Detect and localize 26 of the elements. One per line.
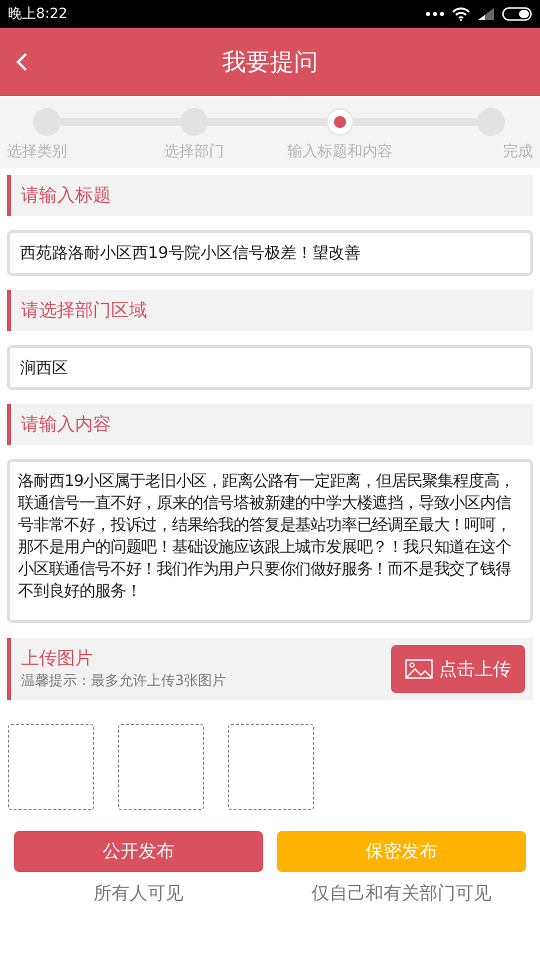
more-icon <box>426 12 444 16</box>
image-icon <box>405 659 433 679</box>
section-heading: 请输入标题 <box>7 175 533 216</box>
signal-icon <box>478 8 494 20</box>
caption-text: 所有人可见 <box>94 882 184 906</box>
image-slot[interactable] <box>228 724 314 810</box>
text-field[interactable]: 洛耐西19小区属于老旧小区，距离公路有一定距离，但居民聚集程度高，联通信号一直不好，原来的信号塔被新建的中学大楼遮挡，导致小区内信号非常不好，投诉过，结果给我的答复是基站功率已经调至最大！呵呵，那不是用户的问题吧！基础设施应该跟上城市发展吧？！我只知道在这个小区联通信号不好！我们作为用户只要你们做好服务！而不是我交了钱得不到良好的服务！ <box>7 459 533 623</box>
step-label: 输入标题和内容 <box>288 141 392 162</box>
battery-icon <box>502 7 532 21</box>
section-heading: 请输入内容 <box>7 404 533 445</box>
image-slot[interactable] <box>118 724 204 810</box>
publish-button[interactable]: 公开发布 <box>14 831 263 872</box>
status-time: 晚上8:22 <box>8 4 68 24</box>
step-label: 选择类别 <box>7 141 67 162</box>
caption-text: 仅自己和有关部门可见 <box>312 882 492 906</box>
section-heading: 上传图片 <box>21 647 94 671</box>
step-label: 完成 <box>503 141 533 162</box>
step-label: 选择部门 <box>164 141 224 162</box>
page-title: 我要提问 <box>222 47 318 78</box>
section-heading: 请选择部门区域 <box>7 290 533 331</box>
hint-text: 温馨提示：最多允许上传3张图片 <box>21 672 226 691</box>
upload-button[interactable]: 点击上传 <box>391 645 525 693</box>
image-slot[interactable] <box>8 724 94 810</box>
text-field[interactable]: 西苑路洛耐小区西19号院小区信号极差！望改善 <box>7 230 533 276</box>
text-field[interactable]: 涧西区 <box>7 345 533 390</box>
wifi-icon <box>452 7 470 21</box>
